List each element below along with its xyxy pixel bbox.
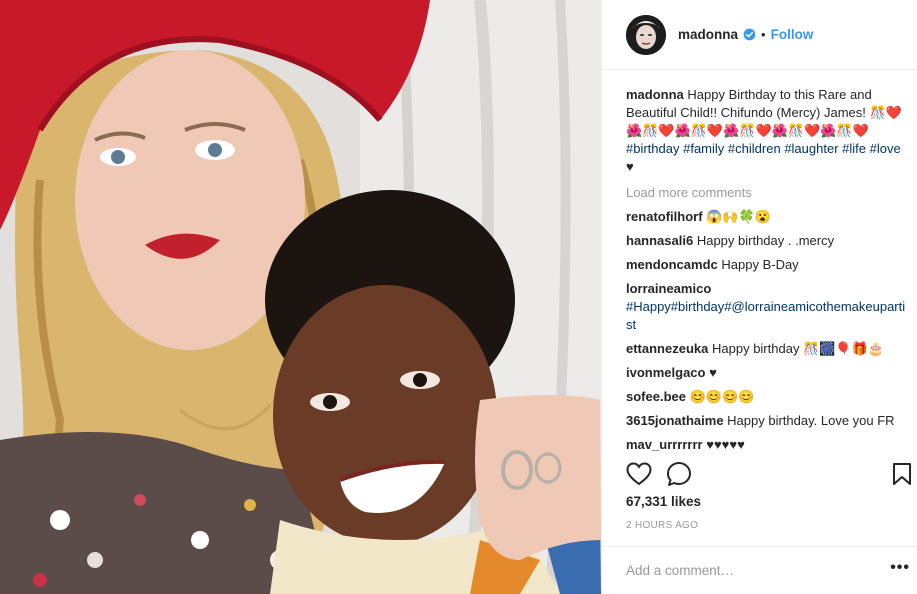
more-options-button[interactable]: ••• <box>890 559 910 577</box>
comment-text: ♥ <box>709 365 717 380</box>
comment-username[interactable]: mendoncamdc <box>626 257 718 272</box>
hashtag[interactable]: #children <box>728 141 781 156</box>
hashtag[interactable]: #life <box>842 141 866 156</box>
caption-heart: ♥ <box>626 159 634 174</box>
comment-username[interactable]: ivonmelgaco <box>626 365 705 380</box>
list-item: ivonmelgaco ♥ <box>626 364 906 382</box>
comment-text: 😊😊😊😊 <box>689 389 755 404</box>
bookmark-icon[interactable] <box>892 462 912 486</box>
list-item: lorraineamico #Happy#birthday#@lorrainea… <box>626 280 906 334</box>
add-comment-bar: ••• <box>602 546 917 594</box>
comment-text: #Happy#birthday#@lorraineamicothemakeupa… <box>626 299 906 332</box>
post-timestamp[interactable]: 2 HOURS AGO <box>626 520 698 531</box>
post-header: madonna • Follow <box>602 0 917 70</box>
list-item: sofee.bee 😊😊😊😊 <box>626 388 906 406</box>
list-item: mav_urrrrrrr ♥♥♥♥♥ <box>626 436 906 452</box>
comment-username[interactable]: lorraineamico <box>626 281 711 296</box>
caption: madonna Happy Birthday to this Rare and … <box>626 86 906 176</box>
heart-icon[interactable] <box>626 462 652 486</box>
hashtag[interactable]: #family <box>683 141 724 156</box>
comment-username[interactable]: mav_urrrrrrr <box>626 437 703 452</box>
author-username[interactable]: madonna <box>678 27 738 42</box>
comment-text: Happy birthday. Love you FR <box>727 413 895 428</box>
author-avatar[interactable] <box>626 14 666 55</box>
post-photo-illustration <box>0 0 601 594</box>
comments-list[interactable]: madonna Happy Birthday to this Rare and … <box>626 86 906 452</box>
comment-text: ♥♥♥♥♥ <box>706 437 745 452</box>
post-actions <box>626 460 917 492</box>
post-photo[interactable] <box>0 0 601 594</box>
list-item: hannasali6 Happy birthday . .mercy <box>626 232 906 250</box>
comment-text: 😱🙌🍀😮 <box>706 209 771 224</box>
comment-text: Happy birthday 🎊🎆🎈🎁🎂 <box>712 341 884 356</box>
list-item: 3615jonathaime Happy birthday. Love you … <box>626 412 906 430</box>
comment-text: Happy birthday . .mercy <box>696 233 835 248</box>
comment-username[interactable]: sofee.bee <box>626 389 686 404</box>
hashtag[interactable]: #birthday <box>626 141 679 156</box>
list-item: renatofilhorf 😱🙌🍀😮 <box>626 208 906 226</box>
verified-badge-icon <box>743 28 756 41</box>
comment-username[interactable]: 3615jonathaime <box>626 413 724 428</box>
follow-button[interactable]: Follow <box>771 27 814 42</box>
likes-count[interactable]: 67,331 likes <box>626 494 701 509</box>
hashtag[interactable]: #love <box>870 141 901 156</box>
separator-dot: • <box>761 27 766 42</box>
comment-username[interactable]: ettannezeuka <box>626 341 708 356</box>
list-item: mendoncamdc Happy B-Day <box>626 256 906 274</box>
speech-bubble-icon[interactable] <box>666 461 692 487</box>
instagram-post: madonna • Follow madonna Happy Birthday … <box>0 0 917 594</box>
post-side-panel: madonna • Follow madonna Happy Birthday … <box>601 0 917 594</box>
hashtag[interactable]: #laughter <box>784 141 838 156</box>
comment-username[interactable]: renatofilhorf <box>626 209 703 224</box>
comment-text: Happy B-Day <box>721 257 799 272</box>
load-more-comments-button[interactable]: Load more comments <box>626 184 906 202</box>
list-item: ettannezeuka Happy birthday 🎊🎆🎈🎁🎂 <box>626 340 906 358</box>
caption-username[interactable]: madonna <box>626 87 684 102</box>
add-comment-input[interactable] <box>626 559 866 581</box>
comment-username[interactable]: hannasali6 <box>626 233 693 248</box>
